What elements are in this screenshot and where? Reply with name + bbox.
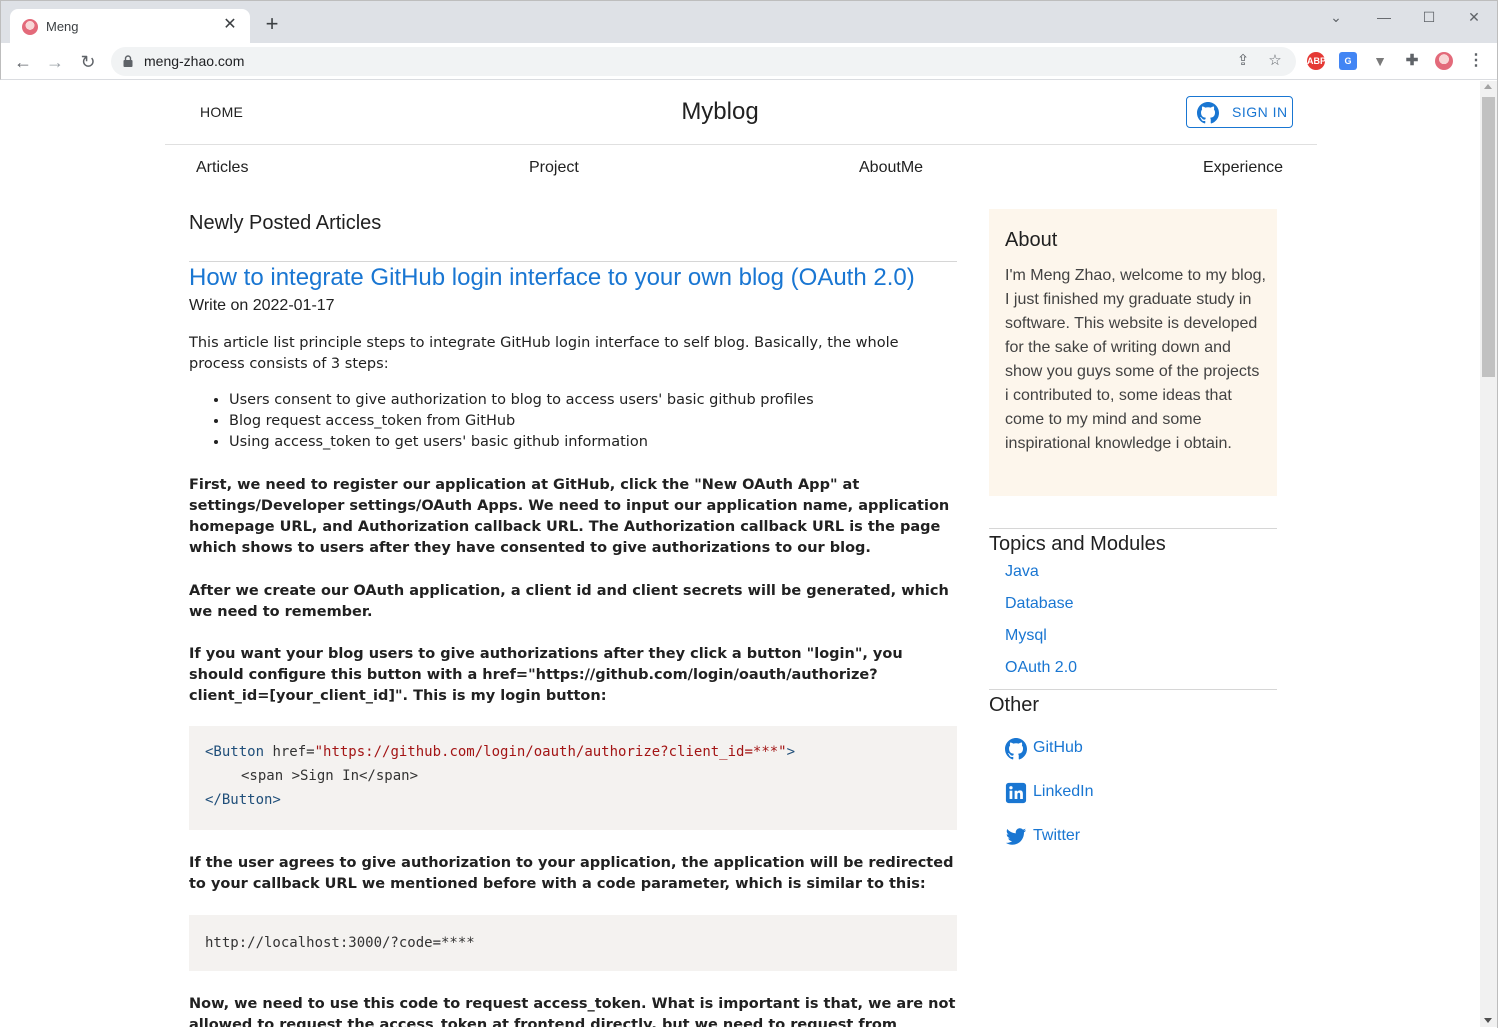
favicon-icon bbox=[22, 19, 38, 35]
about-text: I'm Meng Zhao, welcome to my blog, I jus… bbox=[1005, 267, 1266, 452]
code-block-callback-url: http://localhost:3000/?code=**** bbox=[189, 915, 957, 971]
maximize-icon[interactable]: ☐ bbox=[1417, 7, 1441, 27]
translate-icon[interactable]: G bbox=[1339, 52, 1357, 70]
url-text: meng-zhao.com bbox=[144, 53, 245, 69]
article-paragraph-1: First, we need to register our applicati… bbox=[189, 477, 950, 556]
close-window-icon[interactable]: ✕ bbox=[1462, 7, 1486, 27]
tab-title: Meng bbox=[46, 19, 79, 34]
code-line: <span >Sign In</span> bbox=[241, 768, 419, 784]
code-line: </Button> bbox=[205, 792, 281, 808]
nav-aboutme[interactable]: AboutMe bbox=[859, 159, 923, 177]
article-paragraph-2: After we create our OAuth application, a… bbox=[189, 583, 949, 620]
list-item: Users consent to give authorization to b… bbox=[229, 390, 814, 411]
site-title: Myblog bbox=[681, 98, 759, 125]
section-title: Newly Posted Articles bbox=[189, 212, 382, 234]
list-item: Blog request access_token from GitHub bbox=[229, 411, 814, 432]
article-paragraph-5: Now, we need to use this code to request… bbox=[189, 996, 956, 1027]
adblock-icon[interactable]: ABP bbox=[1307, 52, 1326, 70]
github-icon bbox=[1005, 738, 1027, 760]
about-title: About bbox=[1005, 229, 1058, 251]
back-icon[interactable]: ← bbox=[11, 50, 35, 74]
article-paragraph-3: If you want your blog users to give auth… bbox=[189, 646, 903, 704]
site-header: HOME Myblog SIGN IN bbox=[165, 81, 1317, 145]
topic-link-java[interactable]: Java bbox=[1005, 563, 1039, 581]
code-block-login-button: <Button href="https://github.com/login/o… bbox=[189, 726, 957, 830]
forward-icon[interactable]: → bbox=[43, 50, 67, 74]
github-label: GitHub bbox=[1033, 739, 1083, 756]
topic-link-mysql[interactable]: Mysql bbox=[1005, 627, 1047, 645]
profile-avatar[interactable] bbox=[1435, 52, 1453, 70]
github-icon bbox=[1197, 102, 1219, 124]
scroll-up-icon[interactable] bbox=[1484, 84, 1492, 89]
article-date: Write on 2022-01-17 bbox=[189, 297, 335, 314]
lock-icon bbox=[123, 55, 133, 67]
linkedin-label: LinkedIn bbox=[1033, 783, 1094, 800]
nav-project[interactable]: Project bbox=[529, 159, 579, 177]
section-divider bbox=[189, 261, 957, 262]
browser-tab-strip: Meng ✕ + ⌄ — ☐ ✕ bbox=[0, 0, 1498, 44]
browser-toolbar: ← → ↻ meng-zhao.com ⇪ ☆ ABP G ▼ ✚ ⋮ bbox=[0, 43, 1498, 80]
new-tab-icon[interactable]: + bbox=[261, 13, 283, 36]
article-intro: This article list principle steps to int… bbox=[189, 335, 899, 372]
list-item: Using access_token to get users' basic g… bbox=[229, 432, 814, 453]
twitter-label: Twitter bbox=[1033, 827, 1081, 844]
code-line: http://localhost:3000/?code=**** bbox=[205, 935, 475, 951]
code-line: <Button href="https://github.com/login/o… bbox=[205, 744, 796, 760]
article-paragraph-4: If the user agrees to give authorization… bbox=[189, 855, 954, 892]
share-icon[interactable]: ⇪ bbox=[1234, 52, 1252, 70]
extension-v-icon[interactable]: ▼ bbox=[1371, 52, 1389, 70]
github-signin-button[interactable]: SIGN IN bbox=[1186, 96, 1293, 128]
bookmark-star-icon[interactable]: ☆ bbox=[1266, 52, 1284, 70]
page-viewport: HOME Myblog SIGN IN Articles Project Abo… bbox=[1, 81, 1480, 1027]
nav-experience[interactable]: Experience bbox=[1203, 159, 1283, 177]
sidebar-divider bbox=[989, 689, 1277, 690]
tab-search-icon[interactable]: ⌄ bbox=[1324, 7, 1348, 27]
scroll-down-icon[interactable] bbox=[1484, 1018, 1492, 1023]
browser-tab[interactable]: Meng ✕ bbox=[10, 9, 250, 44]
topic-link-database[interactable]: Database bbox=[1005, 595, 1074, 613]
address-bar[interactable]: meng-zhao.com ⇪ ☆ bbox=[111, 47, 1296, 76]
linkedin-icon bbox=[1005, 782, 1027, 804]
reload-icon[interactable]: ↻ bbox=[76, 50, 100, 74]
signin-label: SIGN IN bbox=[1232, 104, 1288, 120]
minimize-icon[interactable]: — bbox=[1372, 7, 1396, 27]
extensions-puzzle-icon[interactable]: ✚ bbox=[1403, 52, 1421, 70]
scrollbar-thumb[interactable] bbox=[1482, 97, 1495, 377]
sidebar-divider bbox=[989, 528, 1277, 529]
about-card: About I'm Meng Zhao, welcome to my blog,… bbox=[989, 209, 1277, 496]
steps-list: Users consent to give authorization to b… bbox=[189, 390, 814, 453]
twitter-icon bbox=[1005, 828, 1027, 845]
page-scrollbar[interactable] bbox=[1480, 81, 1497, 1027]
nav-articles[interactable]: Articles bbox=[196, 159, 248, 177]
browser-menu-icon[interactable]: ⋮ bbox=[1467, 52, 1485, 70]
close-tab-icon[interactable]: ✕ bbox=[220, 15, 240, 35]
other-title: Other bbox=[989, 694, 1040, 716]
topic-link-oauth[interactable]: OAuth 2.0 bbox=[1005, 659, 1077, 677]
topics-title: Topics and Modules bbox=[989, 533, 1166, 555]
article-title-link[interactable]: How to integrate GitHub login interface … bbox=[189, 264, 915, 292]
